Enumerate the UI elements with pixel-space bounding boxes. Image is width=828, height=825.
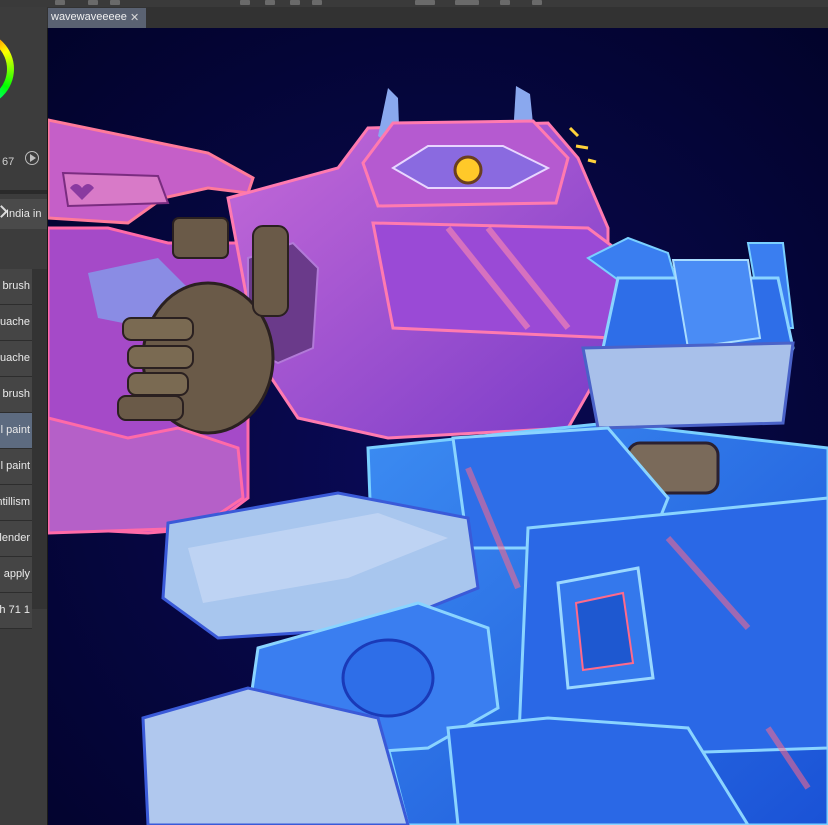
toolbar-icon[interactable] [110,0,120,5]
artwork [48,28,828,825]
subtool-item[interactable]: uache [0,341,32,377]
subtool-label: il paint [0,424,30,436]
subtool-item[interactable]: brush [0,377,32,413]
document-tab[interactable]: wavewaveeeee ✕ [48,8,146,28]
subtool-item[interactable]: uache [0,305,32,341]
subtool-item-selected[interactable]: il paint [0,413,32,449]
toolbar-icon[interactable] [55,0,65,5]
subtool-label: brush [2,388,30,400]
subtool-label: uache [0,352,30,364]
subtool-label: l apply [0,568,30,580]
subtool-item[interactable]: l apply [0,557,32,593]
document-tab-title: wavewaveeeee [51,11,127,23]
toolbar-icon[interactable] [88,0,98,5]
subtool-item[interactable]: brush [0,269,32,305]
toolbar-icon[interactable] [500,0,510,5]
subtool-scrollbar[interactable] [32,269,47,609]
subtool-item[interactable]: ntillism [0,485,32,521]
document-tab-bar: wavewaveeeee ✕ [47,7,828,28]
toolbar-icon[interactable] [532,0,542,5]
toolbar-icon[interactable] [415,0,435,5]
drawing-canvas[interactable] [48,28,828,825]
play-circle-icon[interactable] [25,151,39,165]
brush-name-label: India in [6,208,42,220]
toolbar-icon[interactable] [265,0,275,5]
subtool-label: uache [0,316,30,328]
subtool-label: lender [0,532,30,544]
subtool-item[interactable]: lender [0,521,32,557]
subtool-list: brush uache uache brush il paint il pain… [0,269,32,629]
subtool-item[interactable]: il paint [0,449,32,485]
color-value-readout: 67 [2,156,15,168]
panel-divider [0,190,47,194]
toolbar-icon[interactable] [290,0,300,5]
left-panel: 67 India in brush uache uache brush il p… [0,7,48,825]
toolbar-icon[interactable] [455,0,479,5]
toolbar-icon[interactable] [312,0,322,5]
subtool-label: ntillism [0,496,30,508]
subtool-item[interactable]: h 71 1 [0,593,32,629]
subtool-label: il paint [0,460,30,472]
subtool-label: brush [2,280,30,292]
close-icon[interactable]: ✕ [130,11,139,24]
brush-settings-row[interactable]: India in [0,199,47,229]
color-wheel[interactable] [0,31,14,107]
subtool-label: h 71 1 [0,604,30,616]
toolbar-icon[interactable] [240,0,250,5]
